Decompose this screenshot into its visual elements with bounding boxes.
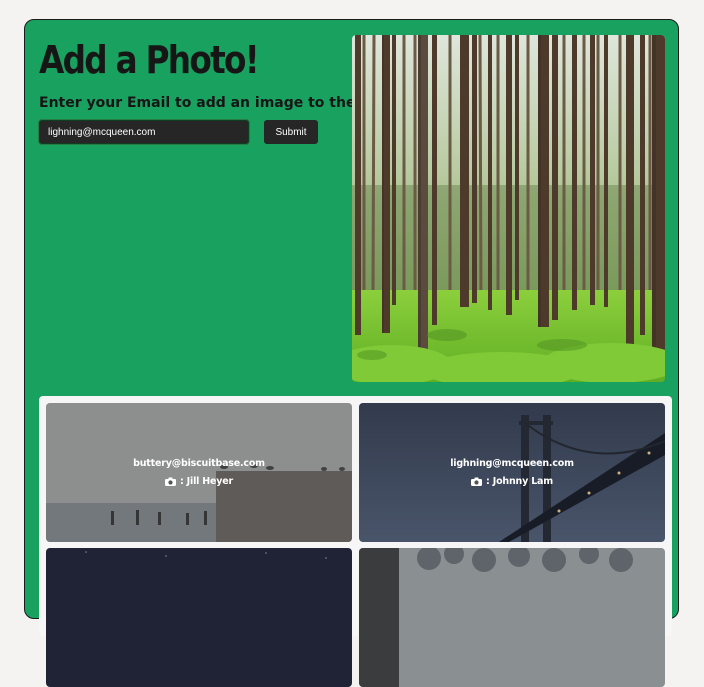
gallery-tile[interactable] xyxy=(359,548,665,687)
subtitle-text: Enter your Email to add an image to the … xyxy=(39,95,385,111)
tile-overlay: buttery@biscuitbase.com : Jill Heyer xyxy=(46,403,352,542)
camera-icon xyxy=(164,477,176,486)
gallery-tile[interactable] xyxy=(46,548,352,687)
email-input[interactable] xyxy=(39,120,249,144)
page-title: Add a Photo! xyxy=(39,38,260,82)
camera-icon xyxy=(471,477,483,486)
featured-photo xyxy=(352,35,665,382)
gallery-photo xyxy=(359,548,665,687)
submit-button[interactable]: Submit xyxy=(264,120,318,144)
photo-credit: : Jill Heyer xyxy=(179,476,234,487)
uploader-email: lighning@mcqueen.com xyxy=(450,458,574,469)
add-photo-card: Add a Photo! Enter your Email to add an … xyxy=(24,19,679,687)
gallery-tile[interactable]: buttery@biscuitbase.com : Jill Heyer xyxy=(46,403,352,542)
photo-credit: : Johnny Lam xyxy=(486,476,553,487)
gallery-tile[interactable]: lighning@mcqueen.com : Johnny Lam xyxy=(359,403,665,542)
photo-gallery: buttery@biscuitbase.com : Jill Heyer lig… xyxy=(39,396,672,687)
uploader-email: buttery@biscuitbase.com xyxy=(133,458,265,469)
tile-overlay: lighning@mcqueen.com : Johnny Lam xyxy=(359,403,665,542)
gallery-photo xyxy=(46,548,352,687)
